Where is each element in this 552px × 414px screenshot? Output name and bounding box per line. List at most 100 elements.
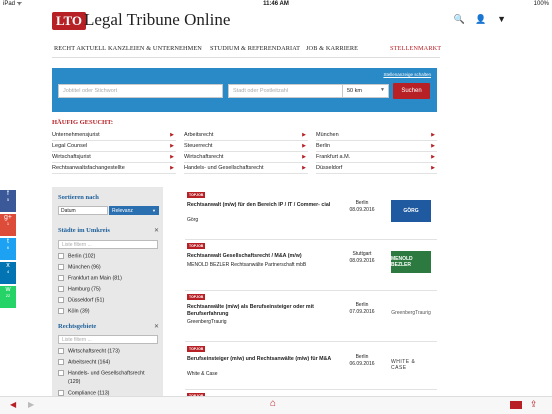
job-title[interactable]: Rechtsanwalt Gesellschaftsrecht / M&A (m…	[187, 253, 335, 260]
arrow-right-icon: ▶	[431, 143, 435, 149]
status-time: 11:46 AM	[263, 1, 289, 7]
area-checkbox[interactable]: Arbeitsrecht (164)	[58, 359, 110, 366]
whatsapp-share-button[interactable]: w 22	[0, 286, 16, 308]
user-icon[interactable]: 👤	[475, 14, 486, 24]
status-bar: iPad ᯤ 11:46 AM 100%	[0, 0, 552, 8]
radius-select[interactable]: 50 km ▼	[342, 84, 389, 98]
checkbox[interactable]	[58, 297, 64, 303]
chevron-down-icon: ▼	[380, 87, 385, 93]
job-location: Berlin 06.09.2016	[349, 354, 375, 367]
filter-icon[interactable]: ▼	[497, 14, 506, 24]
tabs-icon[interactable]	[510, 401, 522, 409]
city-checkbox[interactable]: Düsseldorf (51)	[58, 297, 104, 304]
frequent-item[interactable]: Unternehmensjurist ▶	[52, 130, 176, 141]
frequent-item[interactable]: Wirtschaftsjurist ▶	[52, 152, 176, 163]
arrow-right-icon: ▶	[302, 143, 306, 149]
frequent-item[interactable]: Legal Counsel ▶	[52, 141, 176, 152]
facebook-share-button[interactable]: f5	[0, 190, 16, 212]
job-listing[interactable]: TOPJOB Rechtsanwälte (m/w) als Berufsein…	[185, 292, 437, 342]
area-filter-input[interactable]: Liste filtern ...	[58, 335, 158, 344]
lto-logo[interactable]: LTO	[52, 12, 87, 30]
twitter-share-button[interactable]: t6	[0, 238, 16, 260]
frequent-item[interactable]: Düsseldorf ▶	[316, 163, 437, 174]
sort-title: Sortieren nach	[58, 194, 99, 201]
frequent-searches-title: HÄUFIG GESUCHT:	[52, 119, 114, 126]
keyword-input[interactable]: Jobtitel oder Stichwort	[58, 84, 223, 98]
googleplus-share-button[interactable]: g+ 1	[0, 214, 16, 236]
site-title[interactable]: Legal Tribune Online	[84, 10, 230, 30]
sort-date-option[interactable]: Datum	[58, 206, 108, 215]
checkbox[interactable]	[58, 286, 64, 292]
nav-job-karriere[interactable]: JOB & KARRIERE	[306, 45, 358, 52]
job-location: Berlin 08.09.2016	[349, 200, 375, 213]
checkbox[interactable]	[58, 275, 64, 281]
job-company: Görg	[187, 217, 199, 223]
topjob-badge: TOPJOB	[187, 192, 206, 198]
job-listing[interactable]: TOPJOB Berufseinsteiger (m/w) und Rechts…	[185, 344, 437, 390]
frequent-item[interactable]: Berlin ▶	[316, 141, 437, 152]
frequent-item[interactable]: Rechtsanwaltsfachangestellte ▶	[52, 163, 176, 174]
city-filter-input[interactable]: Liste filtern ...	[58, 240, 158, 249]
frequent-item[interactable]: Wirtschaftsrecht ▶	[184, 152, 308, 163]
share-icon[interactable]: ⇪	[530, 399, 538, 410]
arrow-right-icon: ▶	[302, 165, 306, 171]
area-checkbox[interactable]: Wirtschaftsrecht (173)	[58, 348, 120, 355]
company-logo: GÖRG	[391, 200, 431, 222]
job-title[interactable]: Berufseinsteiger (m/w) und Rechtsanwälte…	[187, 356, 335, 363]
city-checkbox[interactable]: Frankfurt am Main (81)	[58, 275, 122, 282]
checkbox[interactable]	[58, 370, 64, 376]
arrow-right-icon: ▶	[170, 143, 174, 149]
nav-studium[interactable]: STUDIUM & REFERENDARIAT	[210, 45, 300, 52]
checkbox[interactable]	[58, 348, 64, 354]
search-button[interactable]: Suchen	[393, 83, 430, 99]
nav-kanzleien[interactable]: KANZLEIEN & UNTERNEHMEN	[108, 45, 202, 52]
arrow-right-icon: ▶	[302, 154, 306, 160]
post-job-link[interactable]: Stellenanzeige schalten	[383, 72, 431, 77]
city-checkbox[interactable]: Hamburg (75)	[58, 286, 101, 293]
areas-title: Rechtsgebiete	[58, 323, 97, 330]
checkbox[interactable]	[58, 308, 64, 314]
twitter-icon: t	[7, 238, 9, 245]
company-logo: GreenbergTraurig	[391, 310, 431, 316]
job-title[interactable]: Rechtsanwalt (m/w) für den Bereich IP / …	[187, 202, 335, 209]
arrow-right-icon: ▶	[431, 154, 435, 160]
filter-sidebar: Sortieren nach Datum Relevanz ▼ Städte i…	[52, 187, 163, 397]
city-checkbox[interactable]: Berlin (102)	[58, 253, 95, 260]
city-checkbox[interactable]: München (96)	[58, 264, 101, 271]
search-icon[interactable]: 🔍	[454, 14, 465, 24]
home-icon[interactable]: ⌂	[270, 398, 276, 409]
job-listing[interactable]: TOPJOB Rechtsanwalt Gesellschaftsrecht /…	[185, 241, 437, 291]
arrow-right-icon: ▶	[170, 132, 174, 138]
forward-icon[interactable]: ▶	[28, 400, 34, 409]
xing-share-button[interactable]: x4	[0, 262, 16, 284]
arrow-right-icon: ▶	[170, 165, 174, 171]
back-icon[interactable]: ◀	[10, 400, 16, 409]
frequent-item[interactable]: Arbeitsrecht ▶	[184, 130, 308, 141]
nav-stellenmarkt[interactable]: STELLENMARKT	[390, 45, 441, 52]
frequent-item[interactable]: München ▶	[316, 130, 437, 141]
chevron-down-icon: ▼	[152, 208, 156, 213]
frequent-item[interactable]: Steuerrecht ▶	[184, 141, 308, 152]
checkbox[interactable]	[58, 253, 64, 259]
job-title[interactable]: Rechtsanwälte (m/w) als Berufseinsteiger…	[187, 304, 335, 318]
frequent-item[interactable]: Frankfurt a.M. ▶	[316, 152, 437, 163]
facebook-icon: f	[7, 190, 9, 197]
close-icon[interactable]: ✕	[154, 323, 159, 330]
city-checkbox[interactable]: Köln (39)	[58, 308, 90, 315]
cities-title: Städte im Umkreis	[58, 227, 110, 234]
sort-relevance-option[interactable]: Relevanz ▼	[109, 206, 159, 215]
job-company: MENOLD BEZLER Rechtsanwälte Partnerschaf…	[187, 262, 307, 268]
area-checkbox[interactable]: Handels- und Gesellschaftsrecht	[58, 370, 145, 377]
battery-level: 100%	[533, 1, 549, 7]
area-count: (129)	[68, 379, 81, 385]
googleplus-icon: g+	[4, 214, 12, 221]
header-icons: 🔍 👤 ▼	[446, 14, 506, 25]
close-icon[interactable]: ✕	[154, 227, 159, 234]
checkbox[interactable]	[58, 359, 64, 365]
frequent-item[interactable]: Handels- und Gesellschaftsrecht ▶	[184, 163, 308, 174]
job-listing[interactable]: TOPJOB Rechtsanwalt (m/w) für den Bereic…	[185, 190, 437, 240]
frequent-col-cities: München ▶ Berlin ▶ Frankfurt a.M. ▶ Düsseld…	[316, 130, 437, 174]
main-nav: RECHT AKTUELL KANZLEIEN & UNTERNEHMEN ST…	[52, 42, 441, 58]
checkbox[interactable]	[58, 264, 64, 270]
nav-recht-aktuell[interactable]: RECHT AKTUELL	[54, 45, 106, 52]
